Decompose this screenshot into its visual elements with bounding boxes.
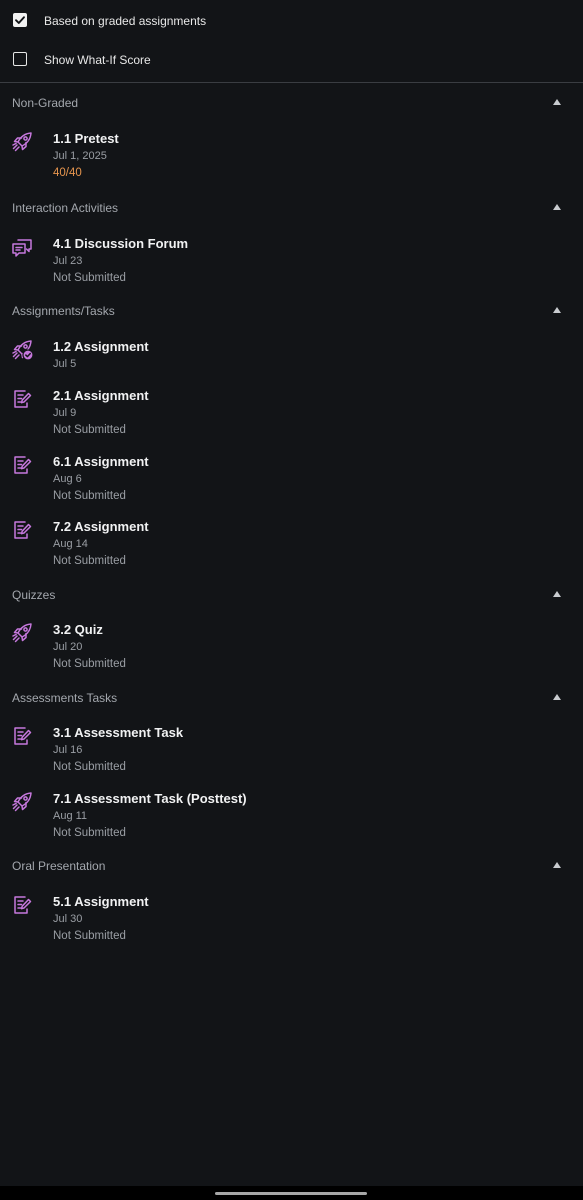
section-header-oral-presentation[interactable]: Oral Presentation xyxy=(0,857,583,877)
item-title: 4.1 Discussion Forum xyxy=(53,236,189,251)
item-status: Not Submitted xyxy=(53,490,126,502)
item-date: Jul 9 xyxy=(53,407,77,419)
collapse-icon[interactable] xyxy=(553,591,561,597)
item-date: Aug 11 xyxy=(53,810,88,822)
assignment-icon xyxy=(11,388,33,410)
rocket-icon xyxy=(11,791,33,813)
item-title: 7.2 Assignment xyxy=(53,519,149,534)
discussion-icon xyxy=(11,236,33,258)
item-title: 7.1 Assessment Task (Posttest) xyxy=(53,791,247,806)
home-indicator[interactable] xyxy=(215,1192,367,1195)
item-title: 3.1 Assessment Task xyxy=(53,725,184,740)
item-date: Aug 14 xyxy=(53,538,88,550)
assignment-icon xyxy=(11,725,33,747)
divider xyxy=(0,82,583,83)
section-header-quizzes[interactable]: Quizzes xyxy=(0,586,583,606)
item-status: Not Submitted xyxy=(53,424,126,436)
item-date: Jul 5 xyxy=(53,358,77,370)
item-date: Jul 20 xyxy=(53,641,83,653)
assignment-icon xyxy=(11,894,33,916)
item-title: 6.1 Assignment xyxy=(53,454,149,469)
rocket-icon xyxy=(11,622,33,644)
section-header-non-graded[interactable]: Non-Graded xyxy=(0,94,583,114)
section-title: Interaction Activities xyxy=(12,201,119,215)
section-header-assignments-tasks[interactable]: Assignments/Tasks xyxy=(0,302,583,322)
check-icon xyxy=(15,16,25,24)
collapse-icon[interactable] xyxy=(553,862,561,868)
item-date: Jul 23 xyxy=(53,255,83,267)
item-status: Not Submitted xyxy=(53,930,126,942)
rocket-check-icon xyxy=(11,339,34,361)
collapse-icon[interactable] xyxy=(553,307,561,313)
item-status: Not Submitted xyxy=(53,827,126,839)
item-title: 2.1 Assignment xyxy=(53,388,149,403)
grades-page: Based on graded assignments Show What-If… xyxy=(0,0,583,1200)
item-title: 1.1 Pretest xyxy=(53,131,119,146)
what-if-score-option[interactable]: Show What-If Score xyxy=(0,39,583,79)
item-date: Aug 6 xyxy=(53,473,82,485)
item-status: Not Submitted xyxy=(53,272,126,284)
section-title: Quizzes xyxy=(12,588,56,602)
collapse-icon[interactable] xyxy=(553,694,561,700)
section-header-assessments-tasks[interactable]: Assessments Tasks xyxy=(0,689,583,709)
item-date: Jul 16 xyxy=(53,744,83,756)
item-score: 40/40 xyxy=(53,167,82,179)
graded-assignments-option[interactable]: Based on graded assignments xyxy=(0,0,583,40)
section-title: Assessments Tasks xyxy=(12,691,118,705)
section-title: Oral Presentation xyxy=(12,859,106,873)
assignment-icon xyxy=(11,454,33,476)
assignment-icon xyxy=(11,519,33,541)
rocket-icon xyxy=(11,131,33,153)
collapse-icon[interactable] xyxy=(553,99,561,105)
collapse-icon[interactable] xyxy=(553,204,561,210)
graded-assignments-label: Based on graded assignments xyxy=(44,14,207,28)
item-date: Jul 30 xyxy=(53,913,83,925)
what-if-score-label: Show What-If Score xyxy=(44,53,151,67)
item-status: Not Submitted xyxy=(53,761,126,773)
item-status: Not Submitted xyxy=(53,658,126,670)
section-header-interaction-activities[interactable]: Interaction Activities xyxy=(0,199,583,219)
item-status: Not Submitted xyxy=(53,555,126,567)
item-title: 5.1 Assignment xyxy=(53,894,149,909)
section-title: Non-Graded xyxy=(12,96,79,110)
item-title: 3.2 Quiz xyxy=(53,622,103,637)
item-title: 1.2 Assignment xyxy=(53,339,149,354)
item-date: Jul 1, 2025 xyxy=(53,150,107,162)
section-title: Assignments/Tasks xyxy=(12,304,115,318)
what-if-score-checkbox[interactable] xyxy=(13,52,27,66)
graded-assignments-checkbox[interactable] xyxy=(13,13,27,27)
